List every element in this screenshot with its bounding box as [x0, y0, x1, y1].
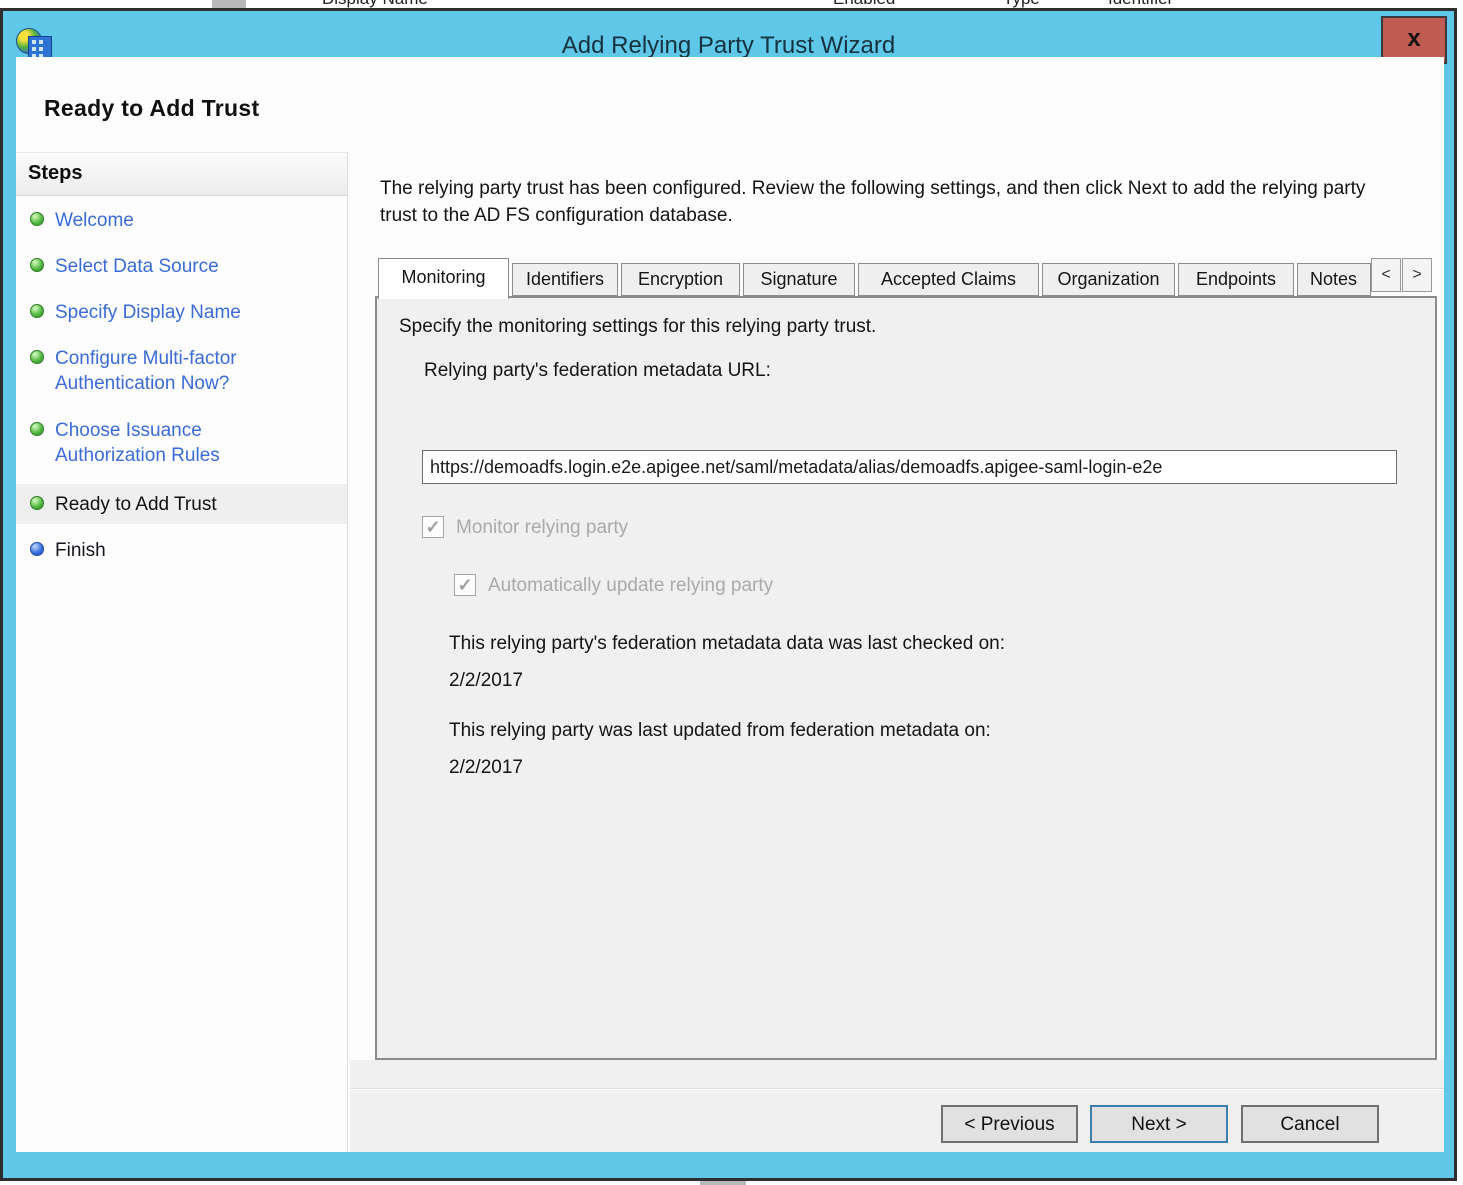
tab-accepted-claims[interactable]: Accepted Claims: [858, 263, 1039, 296]
last-checked-label: This relying party's federation metadata…: [449, 633, 1005, 655]
page-title: Ready to Add Trust: [44, 95, 259, 122]
background-column-identifier: Identifier: [1108, 0, 1173, 8]
step-done-bullet-icon: [30, 496, 44, 510]
step-upcoming-bullet-icon: [30, 542, 44, 556]
footer-divider: [350, 1088, 1444, 1090]
last-updated-value: 2/2/2017: [449, 757, 523, 779]
monitoring-tab-panel: Specify the monitoring settings for this…: [375, 296, 1437, 1060]
last-checked-value: 2/2/2017: [449, 670, 523, 692]
background-column-enabled: Enabled: [833, 0, 895, 8]
tab-scroll-right-button[interactable]: >: [1402, 258, 1432, 292]
screen: Display Name Enabled Type Identifier Add…: [0, 0, 1463, 1185]
step-label[interactable]: Specify Display Name: [55, 300, 315, 325]
auto-update-label: Automatically update relying party: [488, 575, 773, 597]
tab-signature[interactable]: Signature: [743, 263, 855, 296]
step-label[interactable]: Welcome: [55, 208, 315, 233]
step-done-bullet-icon: [30, 422, 44, 436]
dialog-body: Ready to Add Trust Steps Welcome Select …: [16, 57, 1444, 1152]
tab-notes[interactable]: Notes: [1297, 263, 1371, 296]
step-done-bullet-icon: [30, 258, 44, 272]
last-updated-label: This relying party was last updated from…: [449, 720, 991, 742]
step-label[interactable]: Choose Issuance Authorization Rules: [55, 418, 295, 468]
step-done-bullet-icon: [30, 304, 44, 318]
sidebar-divider: [347, 152, 348, 1152]
tab-scroll-left-button[interactable]: <: [1371, 258, 1401, 292]
step-done-bullet-icon: [30, 350, 44, 364]
previous-button[interactable]: < Previous: [941, 1105, 1078, 1143]
tab-organization[interactable]: Organization: [1042, 263, 1175, 296]
tab-strip: Monitoring Identifiers Encryption Signat…: [375, 258, 1437, 297]
steps-header-band: Steps: [16, 152, 347, 196]
step-label[interactable]: Configure Multi-factor Authentication No…: [55, 346, 295, 396]
cancel-button[interactable]: Cancel: [1241, 1105, 1379, 1143]
background-window-sliver: Display Name Enabled Type Identifier: [0, 0, 1463, 8]
monitoring-description: Specify the monitoring settings for this…: [399, 316, 876, 338]
background-column-display-name: Display Name: [322, 0, 428, 8]
monitor-relying-party-label: Monitor relying party: [456, 517, 628, 539]
federation-metadata-url-label: Relying party's federation metadata URL:: [424, 360, 771, 382]
tab-monitoring[interactable]: Monitoring: [378, 258, 509, 299]
window-title: Add Relying Party Trust Wizard: [0, 32, 1457, 60]
titlebar[interactable]: Add Relying Party Trust Wizard x: [0, 8, 1457, 57]
step-label[interactable]: Ready to Add Trust: [55, 492, 315, 517]
tab-encryption[interactable]: Encryption: [621, 263, 740, 296]
tab-endpoints[interactable]: Endpoints: [1178, 263, 1294, 296]
tab-identifiers[interactable]: Identifiers: [512, 263, 618, 296]
background-scrollbar-fragment: [212, 0, 246, 8]
background-column-type: Type: [1003, 0, 1040, 8]
step-done-bullet-icon: [30, 212, 44, 226]
federation-metadata-url-input[interactable]: [422, 450, 1397, 484]
steps-header: Steps: [28, 162, 82, 185]
next-button[interactable]: Next >: [1090, 1105, 1228, 1143]
step-label[interactable]: Select Data Source: [55, 254, 315, 279]
intro-text: The relying party trust has been configu…: [380, 175, 1380, 229]
monitor-relying-party-checkbox[interactable]: ✓: [422, 516, 444, 538]
auto-update-checkbox[interactable]: ✓: [454, 574, 476, 596]
step-label[interactable]: Finish: [55, 538, 315, 563]
background-bottom-fragment: [700, 1181, 746, 1185]
